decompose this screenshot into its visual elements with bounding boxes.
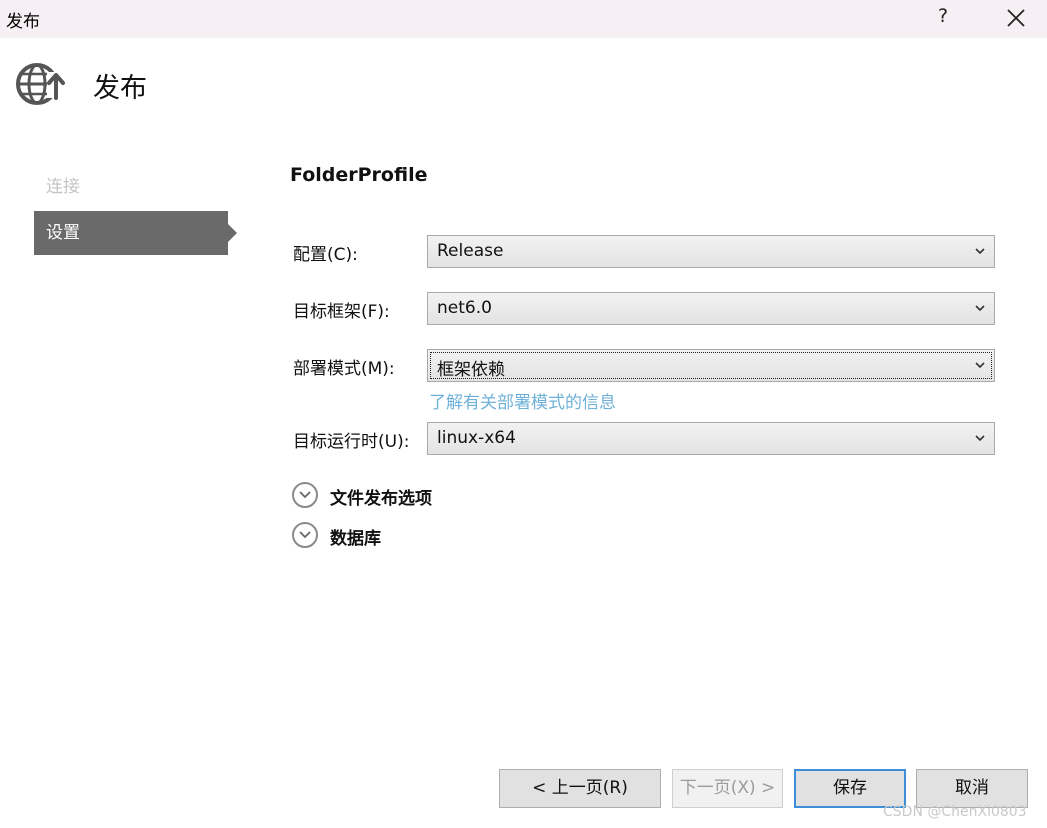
expand-chevron-icon[interactable] xyxy=(292,522,318,548)
target-runtime-value: linux-x64 xyxy=(437,428,516,448)
chevron-down-icon xyxy=(975,248,985,255)
target-framework-dropdown[interactable]: net6.0 xyxy=(427,292,995,325)
databases-label: 数据库 xyxy=(330,529,381,549)
page-title: 发布 xyxy=(93,73,147,104)
chevron-down-icon xyxy=(975,305,985,312)
expand-chevron-icon[interactable] xyxy=(292,482,318,508)
chevron-down-icon xyxy=(975,435,985,442)
profile-name: FolderProfile xyxy=(290,164,428,186)
deployment-mode-dropdown[interactable]: 框架依赖 xyxy=(427,349,995,382)
deployment-mode-label: 部署模式(M): xyxy=(293,359,395,379)
watermark: CSDN @ChenXi0803 xyxy=(883,804,1027,820)
deployment-mode-help-link[interactable]: 了解有关部署模式的信息 xyxy=(429,388,616,413)
file-publish-options-label: 文件发布选项 xyxy=(330,489,432,509)
next-button[interactable]: 下一页(X) > xyxy=(672,769,783,808)
window-title: 发布 xyxy=(6,12,40,32)
nav-item-connection: 连接 xyxy=(46,177,80,197)
close-icon[interactable] xyxy=(1003,5,1029,31)
deployment-mode-value: 框架依赖 xyxy=(437,360,505,380)
save-button[interactable]: 保存 xyxy=(794,769,906,808)
target-framework-label: 目标框架(F): xyxy=(293,302,390,322)
cancel-button[interactable]: 取消 xyxy=(916,769,1028,808)
target-runtime-label: 目标运行时(U): xyxy=(293,432,410,452)
configuration-dropdown[interactable]: Release xyxy=(427,235,995,268)
nav-item-settings[interactable]: 设置 xyxy=(34,211,237,255)
chevron-down-icon xyxy=(975,362,985,369)
globe-publish-icon xyxy=(13,60,65,108)
target-runtime-dropdown[interactable]: linux-x64 xyxy=(427,422,995,455)
title-bar: 发布 ? xyxy=(0,0,1047,38)
configuration-value: Release xyxy=(437,241,504,261)
configuration-label: 配置(C): xyxy=(293,245,358,265)
help-button[interactable]: ? xyxy=(938,5,948,27)
target-framework-value: net6.0 xyxy=(437,298,492,318)
previous-button[interactable]: < 上一页(R) xyxy=(499,769,661,808)
